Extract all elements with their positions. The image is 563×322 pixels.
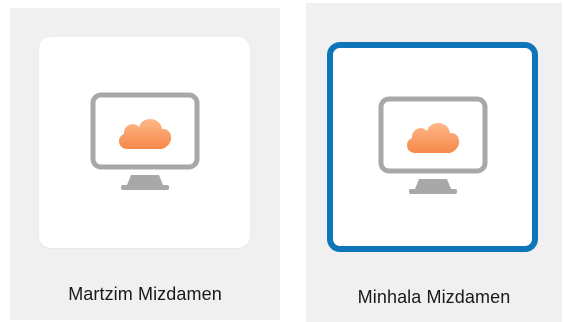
app-tile-minhala-mizdamen[interactable]: Minhala Mizdamen bbox=[306, 3, 562, 322]
remote-apps-grid: Martzim Mizdamen Minhala Mizdamen bbox=[0, 0, 563, 322]
app-card-selected[interactable] bbox=[327, 42, 538, 252]
app-card[interactable] bbox=[39, 37, 250, 248]
app-name: Martzim Mizdamen bbox=[68, 284, 222, 304]
cloud-monitor-icon bbox=[378, 96, 487, 194]
app-tile-martzim-mizdamen[interactable]: Martzim Mizdamen bbox=[10, 8, 280, 320]
app-name: Minhala Mizdamen bbox=[357, 287, 511, 307]
cloud-monitor-icon bbox=[90, 92, 199, 190]
